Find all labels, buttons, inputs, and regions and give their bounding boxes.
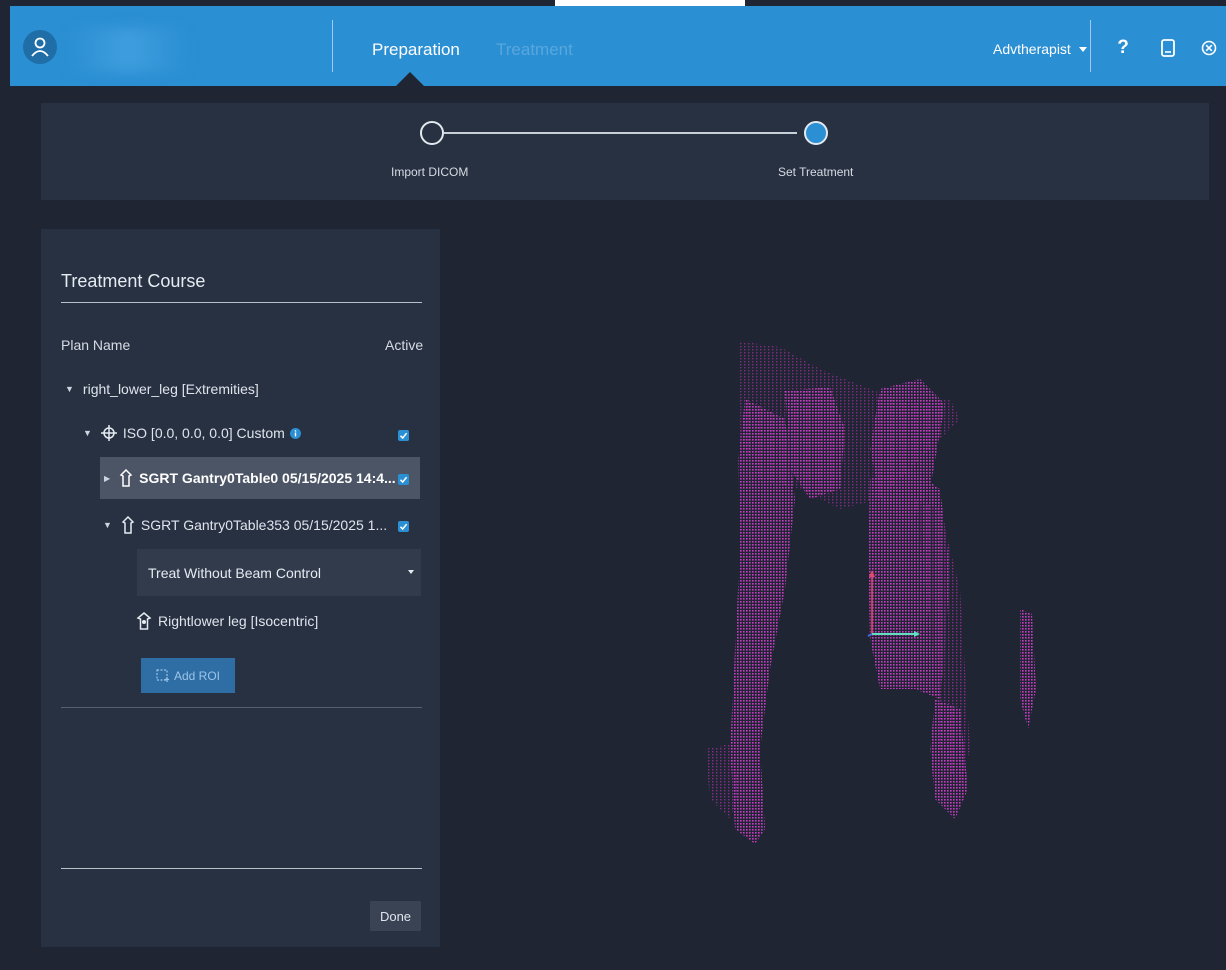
header-divider [332,20,333,72]
user-name: Advtherapist [993,41,1071,57]
divider [61,707,422,708]
beam-mode-value: Treat Without Beam Control [148,564,321,581]
header-divider-right [1090,20,1091,72]
patient-body-icon [119,469,133,487]
beam-mode-dropdown[interactable]: Treat Without Beam Control [137,549,421,596]
footer-divider [61,868,422,869]
done-button[interactable]: Done [370,901,421,931]
plan-label: right_lower_leg [Extremities] [82,381,259,397]
expand-triangle-icon[interactable]: ▼ [83,428,92,438]
tab-treatment[interactable]: Treatment [496,40,573,60]
point-cloud-render [705,341,1036,844]
stepper-connector [444,132,797,134]
step-set-treatment-node[interactable] [804,121,828,145]
blurred-logo [68,28,188,72]
setup-2-active-checkbox[interactable] [398,521,409,532]
collapsed-triangle-icon[interactable]: ▶ [104,474,110,483]
step-set-treatment-label: Set Treatment [778,165,854,179]
expand-triangle-icon[interactable]: ▼ [65,384,74,394]
panel-title: Treatment Course [61,271,206,291]
add-roi-button[interactable]: Add ROI [141,658,235,693]
plan-row[interactable]: ▼ right_lower_leg [Extremities] [65,381,259,397]
user-icon[interactable] [23,30,57,64]
info-icon[interactable] [289,427,301,439]
column-active: Active [385,337,424,353]
add-roi-label: Add ROI [173,668,221,683]
chevron-down-icon [1078,47,1087,52]
roi-row[interactable]: Rightlower leg [Isocentric] [136,612,318,630]
column-plan-name: Plan Name [61,337,131,353]
active-tab-indicator [396,72,424,86]
top-navigation-bar: Preparation Treatment Advtherapist ? [10,6,1226,86]
workflow-stepper: Import DICOM Set Treatment [41,103,1209,200]
iso-row[interactable]: ▼ ISO [0.0, 0.0, 0.0] Custom [83,425,301,441]
iso-active-checkbox[interactable] [398,430,409,441]
step-import-dicom-label: Import DICOM [391,165,469,179]
point-cloud-surface [1020,609,1036,729]
setup-2-label: SGRT Gantry0Table353 05/15/2025 1... [140,517,388,533]
setup-1-active-checkbox[interactable] [398,474,409,485]
title-underline [61,302,422,303]
help-icon[interactable]: ? [1112,36,1134,60]
step-import-dicom-node[interactable] [420,121,444,145]
chevron-down-icon [408,570,414,574]
close-icon[interactable] [1198,36,1220,60]
patient-body-icon [121,516,135,534]
setup-1-label: SGRT Gantry0Table0 05/15/2025 14:4... [139,470,396,486]
crosshair-icon [100,425,117,441]
tab-preparation[interactable]: Preparation [372,40,460,60]
expand-triangle-icon[interactable]: ▼ [103,520,112,530]
roi-select-icon [156,669,169,682]
setup-row-2[interactable]: ▼ SGRT Gantry0Table353 05/15/2025 1... [103,516,387,534]
setup-row-1[interactable]: ▶ SGRT Gantry0Table0 05/15/2025 14:4... [104,469,396,487]
surface-3d-viewport[interactable] [440,229,1226,965]
roi-body-icon [136,612,152,630]
treatment-course-panel: Treatment Course Plan Name Active ▼ righ… [41,229,440,947]
iso-label: ISO [0.0, 0.0, 0.0] Custom [122,425,285,441]
roi-label: Rightlower leg [Isocentric] [158,613,319,629]
user-menu[interactable]: Advtherapist [993,41,1087,57]
point-cloud-surface [730,399,795,844]
tablet-icon[interactable] [1157,36,1179,60]
